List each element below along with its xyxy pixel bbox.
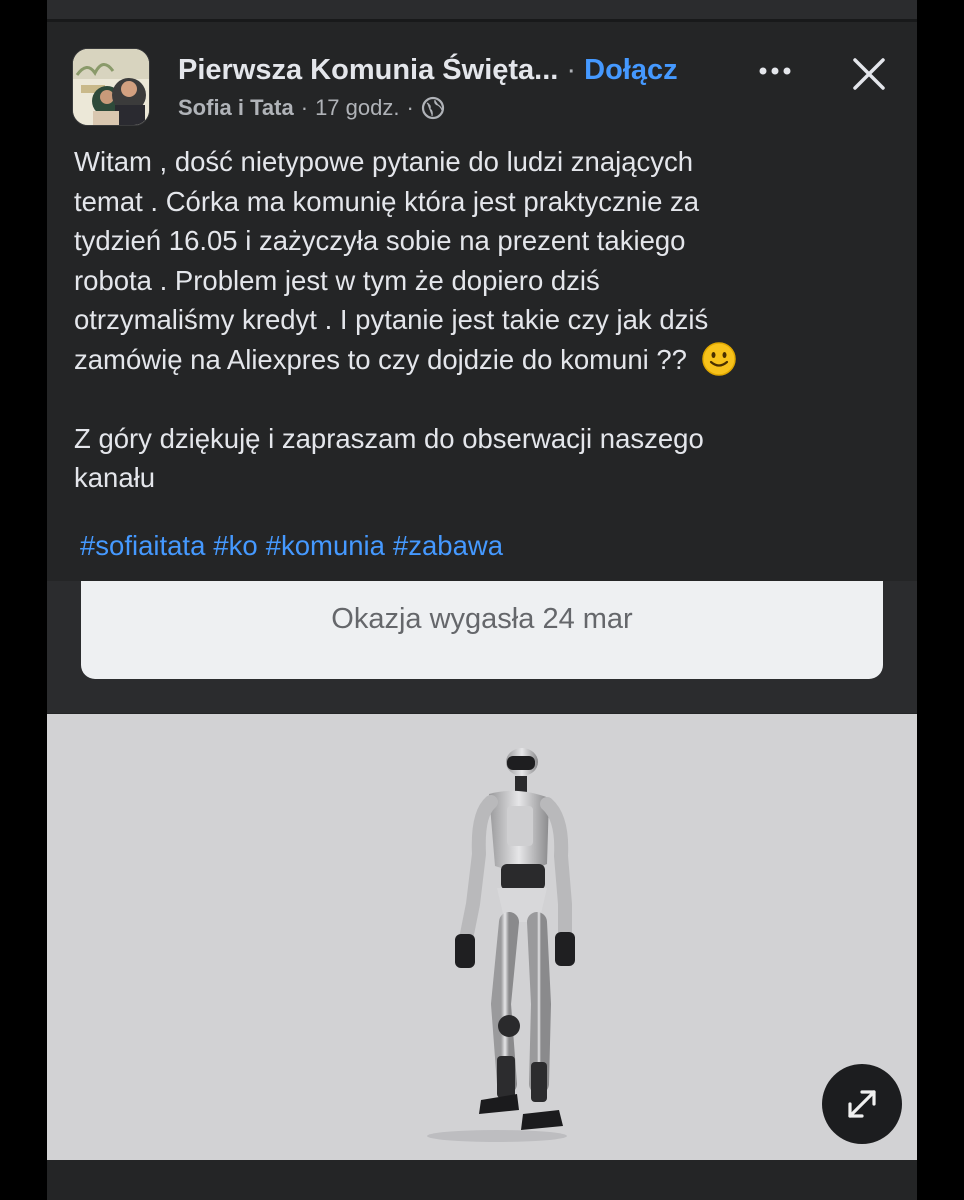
hashtag-link[interactable]: #sofiaitata [80,530,205,561]
humanoid-robot-illustration [427,748,575,1142]
post-line-text: zamówię na Aliexpres to czy dojdzie do k… [74,343,687,375]
post-line: tydzień 16.05 i zażyczyła sobie na preze… [74,225,686,256]
meta-dot: · [406,95,414,120]
offer-section: Okazja wygasła 24 mar [47,581,917,713]
post-line: temat . Córka ma komunię która jest prak… [74,185,700,217]
more-dots-icon[interactable] [755,56,799,86]
post-time[interactable]: 17 godz. [315,95,399,121]
previous-post-edge [47,0,917,22]
group-avatar[interactable] [72,48,150,126]
product-image[interactable] [47,714,917,1160]
expand-arrows-icon [848,1090,876,1118]
post-line: kanału [74,462,156,493]
close-icon[interactable] [847,52,891,96]
join-group-button[interactable]: Dołącz [584,54,677,86]
globe-icon [421,96,445,120]
post-screen: Pierwsza Komunia Święta... · Dołącz Sofi… [47,0,917,1200]
offer-expired-text: Okazja wygasła 24 mar [331,602,633,635]
post-line: Witam , dość nietypowe pytanie do ludzi … [74,146,694,177]
meta-dot: · [300,95,309,120]
post-body: Witam , dość nietypowe pytanie do ludzi … [74,142,884,498]
offer-card[interactable]: Okazja wygasła 24 mar [81,581,883,679]
expand-image-button[interactable] [822,1064,902,1144]
post-line: robota . Problem jest w tym że dopiero d… [74,264,600,296]
hashtag-link[interactable]: #zabawa [393,530,503,561]
smile-emoji-icon [701,341,737,377]
post-line: otrzymaliśmy kredyt . I pytanie jest tak… [74,304,709,335]
group-name-link[interactable]: Pierwsza Komunia Święta... [178,54,558,86]
post-meta: Sofia i Tata · 17 godz. · [178,95,445,121]
hashtag-list: #sofiaitata #ko #komunia #zabawa [80,530,511,562]
post-line: Z góry dziękuję i zapraszam do obserwacj… [74,422,704,454]
post-line-with-emoji: zamówię na Aliexpres to czy dojdzie do k… [74,340,884,380]
post-header-title: Pierwsza Komunia Święta... · Dołącz [178,54,678,87]
author-name[interactable]: Sofia i Tata [178,95,294,121]
header-separator: · [566,54,577,86]
post-footer-edge [47,1160,917,1200]
hashtag-link[interactable]: #komunia [266,530,385,561]
hashtag-link[interactable]: #ko [213,530,257,561]
